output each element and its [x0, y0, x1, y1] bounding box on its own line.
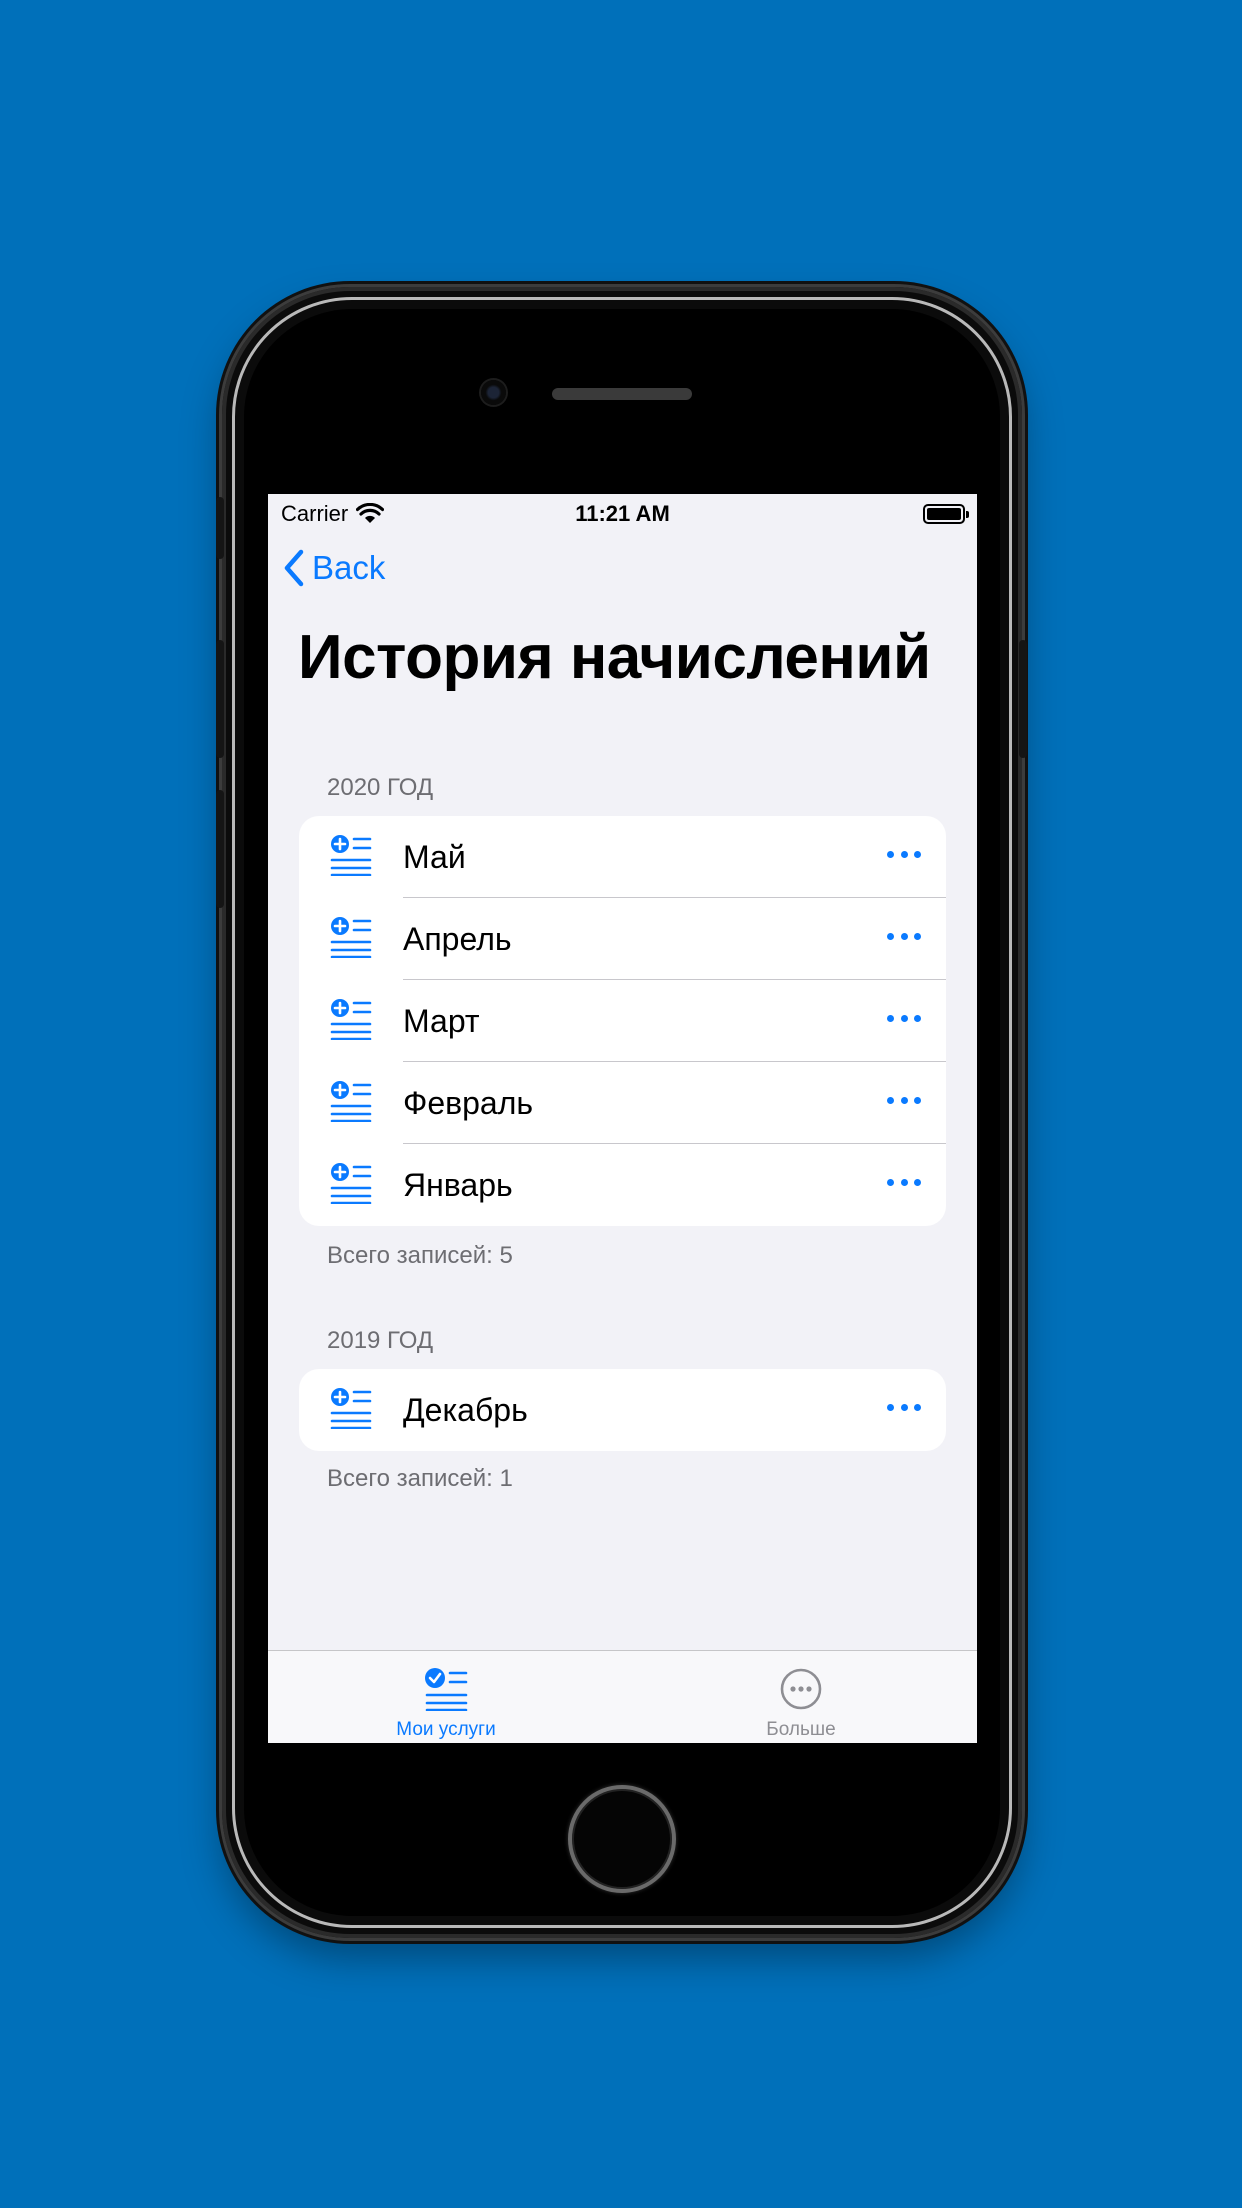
mute-switch [216, 497, 224, 559]
page-title: История начислений [298, 623, 931, 692]
section-footer-2020: Всего записей: 5 [327, 1242, 513, 1269]
back-button[interactable]: Back [282, 548, 385, 588]
ellipsis-icon[interactable] [884, 1090, 924, 1110]
tab-my-services[interactable]: Мои услуги [346, 1651, 546, 1743]
ellipsis-icon[interactable] [884, 844, 924, 864]
battery-icon [923, 504, 969, 524]
volume-down-button [216, 790, 224, 908]
ellipsis-icon[interactable] [884, 1172, 924, 1192]
row-label: Апрель [403, 920, 512, 957]
section-group-2019: Декабрь [299, 1369, 946, 1451]
more-circle-icon [780, 1668, 822, 1710]
ellipsis-icon[interactable] [884, 926, 924, 946]
ellipsis-icon[interactable] [884, 1008, 924, 1028]
home-button[interactable] [568, 1785, 676, 1893]
row-label: Февраль [403, 1084, 534, 1121]
tab-label: Мои услуги [396, 1719, 496, 1740]
back-label: Back [312, 549, 386, 586]
power-button [1019, 640, 1027, 758]
ellipsis-icon[interactable] [884, 1397, 924, 1417]
chevron-left-icon [284, 549, 304, 587]
section-footer-2019: Всего записей: 1 [327, 1465, 513, 1492]
row-label: Декабрь [403, 1391, 528, 1428]
earpiece-speaker [552, 388, 692, 400]
tab-bar: Мои услуги Больше [268, 1650, 977, 1743]
section-group-2020: Май Апрель Март Февраль Январь [299, 816, 946, 1226]
list-item[interactable]: Март [299, 980, 946, 1062]
list-item[interactable]: Декабрь [299, 1369, 946, 1451]
volume-up-button [216, 640, 224, 758]
add-list-icon [330, 835, 372, 876]
tab-more[interactable]: Больше [701, 1651, 901, 1743]
front-camera [481, 380, 506, 405]
list-item[interactable]: Январь [299, 1144, 946, 1226]
status-bar: Carrier 11:21 AM [268, 494, 977, 532]
section-header-2019: 2019 ГОД [327, 1327, 434, 1354]
add-list-icon [330, 917, 372, 958]
checklist-icon [425, 1668, 468, 1711]
add-list-icon [330, 1163, 372, 1204]
list-item[interactable]: Май [299, 816, 946, 898]
row-label: Январь [403, 1166, 513, 1203]
list-item[interactable]: Февраль [299, 1062, 946, 1144]
list-item[interactable]: Апрель [299, 898, 946, 980]
status-time: 11:21 AM [575, 501, 670, 526]
app-screen: Carrier 11:21 AM Back История начислений… [268, 494, 977, 1743]
section-header-2020: 2020 ГОД [327, 774, 434, 801]
row-label: Май [403, 838, 466, 875]
tab-label: Больше [766, 1719, 836, 1740]
add-list-icon [330, 1081, 372, 1122]
add-list-icon [330, 1388, 372, 1429]
row-label: Март [403, 1002, 480, 1039]
add-list-icon [330, 999, 372, 1040]
